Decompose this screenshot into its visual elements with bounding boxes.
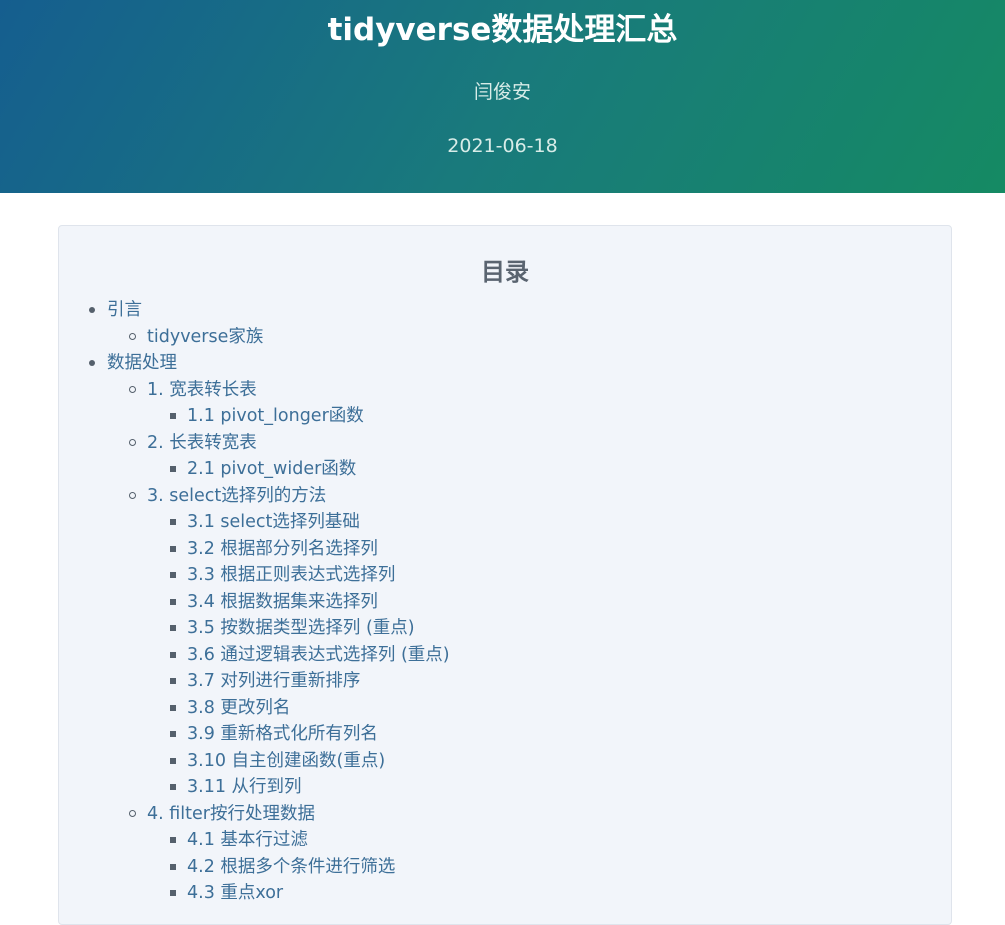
toc-item: 4.3 重点xor (59, 880, 939, 907)
toc-item: 3.1 select选择列基础 (59, 509, 939, 536)
toc-item: 3. select选择列的方法 (59, 483, 939, 510)
square-bullet-icon (170, 863, 176, 870)
toc-link[interactable]: 3.2 根据部分列名选择列 (187, 539, 378, 559)
square-bullet-icon (170, 678, 176, 684)
toc-item: 4. filter按行处理数据 (59, 801, 939, 828)
toc-title: 目录 (481, 258, 529, 286)
toc-link[interactable]: 3.6 通过逻辑表达式选择列 (重点) (187, 645, 450, 665)
square-bullet-icon (170, 598, 176, 605)
toc-link[interactable]: 数据处理 (107, 353, 177, 373)
page-title: tidyverse数据处理汇总 (327, 12, 678, 48)
toc-link[interactable]: 引言 (107, 300, 142, 320)
toc-item: 2.1 pivot_wider函数 (59, 456, 939, 483)
square-bullet-icon (170, 890, 176, 896)
toc-link[interactable]: 1.1 pivot_longer函数 (187, 406, 364, 426)
toc-link[interactable]: 3.11 从行到列 (187, 777, 302, 797)
author-name: 闫俊安 (473, 81, 531, 103)
circle-bullet-icon (129, 491, 136, 499)
toc-item: 3.11 从行到列 (59, 774, 939, 801)
circle-bullet-icon (129, 332, 136, 340)
toc-link[interactable]: 3.1 select选择列基础 (187, 512, 360, 532)
toc-link[interactable]: 3.4 根据数据集来选择列 (187, 592, 378, 612)
circle-bullet-icon (129, 438, 136, 446)
toc-item: tidyverse家族 (59, 324, 939, 351)
disc-bullet-icon (89, 307, 95, 313)
square-bullet-icon (170, 519, 176, 525)
square-bullet-icon (170, 413, 176, 419)
toc-link[interactable]: 4. filter按行处理数据 (147, 804, 315, 824)
toc-link[interactable]: tidyverse家族 (147, 327, 263, 347)
toc-item: 4.2 根据多个条件进行筛选 (59, 854, 939, 881)
toc-item: 2. 长表转宽表 (59, 430, 939, 457)
square-bullet-icon (170, 466, 176, 472)
circle-bullet-icon (129, 809, 136, 817)
toc-link[interactable]: 3.10 自主创建函数(重点) (187, 751, 385, 771)
square-bullet-icon (170, 625, 176, 631)
toc-link[interactable]: 3.5 按数据类型选择列 (重点) (187, 618, 415, 638)
toc-link[interactable]: 2.1 pivot_wider函数 (187, 459, 356, 479)
square-bullet-icon (170, 572, 176, 578)
table-of-contents: 目录 引言 tidyverse家族数据处理 1. 宽表转长表 1.1 pivot_lo… (58, 225, 952, 925)
toc-link[interactable]: 1. 宽表转长表 (147, 380, 257, 400)
toc-link[interactable]: 3.9 重新格式化所有列名 (187, 724, 378, 744)
square-bullet-icon (170, 704, 176, 711)
title-banner: tidyverse数据处理汇总 闫俊安 2021-06-18 (0, 0, 1005, 193)
square-bullet-icon (170, 731, 176, 737)
toc-item: 3.9 重新格式化所有列名 (59, 721, 939, 748)
toc-link[interactable]: 3.7 对列进行重新排序 (187, 671, 360, 691)
square-bullet-icon (170, 784, 176, 790)
toc-item: 3.6 通过逻辑表达式选择列 (重点) (59, 642, 939, 669)
toc-item: 3.2 根据部分列名选择列 (59, 536, 939, 563)
toc-item: 3.8 更改列名 (59, 695, 939, 722)
toc-link[interactable]: 2. 长表转宽表 (147, 433, 257, 453)
toc-item: 1. 宽表转长表 (59, 377, 939, 404)
toc-item: 1.1 pivot_longer函数 (59, 403, 939, 430)
toc-item: 3.4 根据数据集来选择列 (59, 589, 939, 616)
toc-item: 3.7 对列进行重新排序 (59, 668, 939, 695)
square-bullet-icon (170, 757, 176, 764)
toc-item: 引言 (59, 297, 939, 324)
circle-bullet-icon (129, 385, 136, 393)
square-bullet-icon (170, 545, 176, 552)
toc-item: 4.1 基本行过滤 (59, 827, 939, 854)
toc-link[interactable]: 3. select选择列的方法 (147, 486, 326, 506)
toc-item: 数据处理 (59, 350, 939, 377)
toc-list: 引言 tidyverse家族数据处理 1. 宽表转长表 1.1 pivot_longe… (59, 297, 939, 907)
disc-bullet-icon (89, 360, 95, 366)
toc-link[interactable]: 3.8 更改列名 (187, 698, 290, 718)
toc-item: 3.3 根据正则表达式选择列 (59, 562, 939, 589)
toc-link[interactable]: 4.3 重点xor (187, 883, 283, 903)
toc-item: 3.5 按数据类型选择列 (重点) (59, 615, 939, 642)
square-bullet-icon (170, 651, 176, 658)
toc-item: 3.10 自主创建函数(重点) (59, 748, 939, 775)
square-bullet-icon (170, 837, 176, 843)
toc-link[interactable]: 4.2 根据多个条件进行筛选 (187, 857, 395, 877)
toc-link[interactable]: 3.3 根据正则表达式选择列 (187, 565, 395, 585)
toc-link[interactable]: 4.1 基本行过滤 (187, 830, 308, 850)
publish-date: 2021-06-18 (447, 135, 558, 157)
